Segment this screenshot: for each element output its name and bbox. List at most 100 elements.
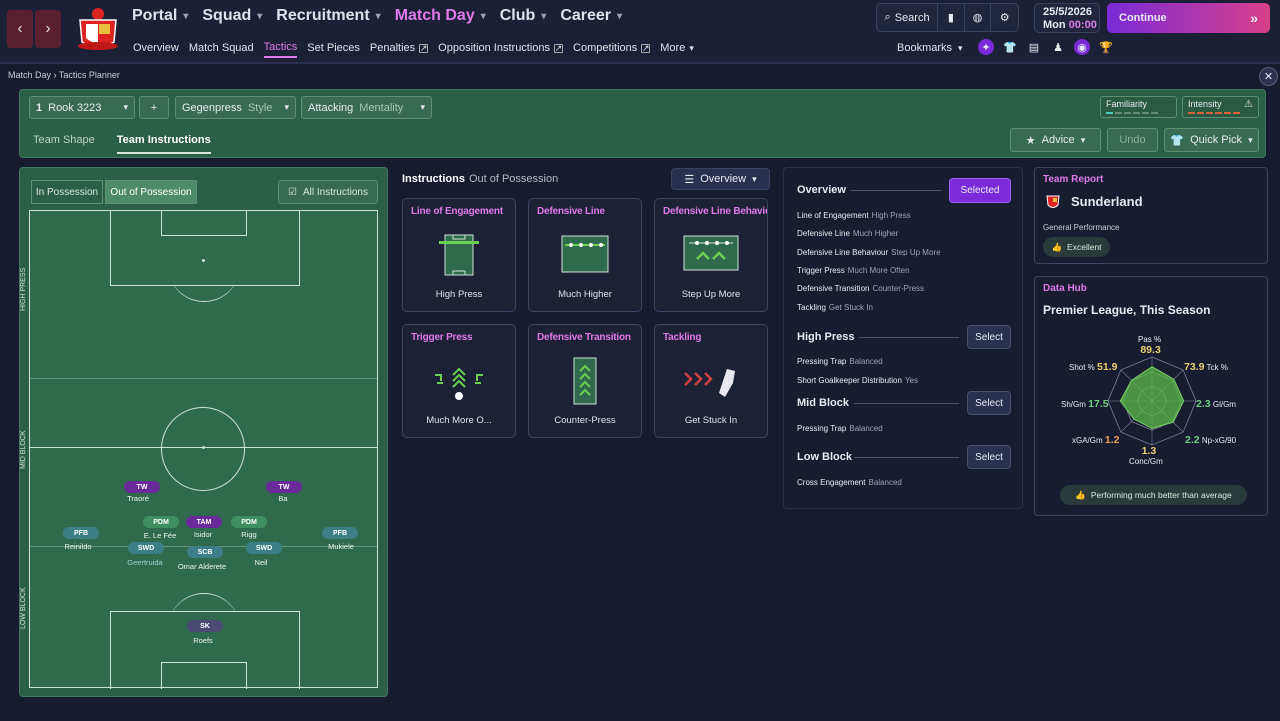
people-icon[interactable]: ♟ [1050,39,1066,55]
zone-label-low-block: LOW BLOCK [20,587,27,629]
general-performance-label: General Performance [1043,223,1120,232]
player-name[interactable]: Geertruida [127,558,162,567]
low-block-select-button[interactable]: Select [967,445,1011,469]
bookmarks-dropdown[interactable]: Bookmarks ▾ [897,42,963,54]
style-dropdown[interactable]: Gegenpress Style ▾ [175,96,296,119]
player-name[interactable]: E. Le Fée [144,531,177,540]
familiarity-meter[interactable]: Familiarity [1100,96,1177,118]
player-role-chip[interactable]: SK [187,620,223,632]
close-button[interactable]: ✕ [1259,67,1278,86]
player-name[interactable]: Omar Alderete [178,562,226,571]
back-button[interactable]: ‹ [7,10,33,48]
team-report-title: Team Report [1043,174,1104,185]
world-button[interactable]: ◍ [965,4,992,31]
add-tactic-button[interactable]: + [139,96,169,119]
divider [854,403,959,404]
submenu-overview[interactable]: Overview [133,41,179,58]
menu-recruitment[interactable]: Recruitment ▾ [276,7,380,25]
bookmark-icon: ▮ [947,12,954,24]
card-line-of-engagement[interactable]: Line of Engagement High Press [402,198,516,312]
card-tackling[interactable]: Tackling Get Stuck In [654,324,768,438]
search-button[interactable]: ⌕ Search [877,4,939,31]
club-crest[interactable] [72,6,124,52]
bookmark-button[interactable]: ▮ [938,4,965,31]
card-defensive-line[interactable]: Defensive Line Much Higher [528,198,642,312]
player-name[interactable]: Reinildo [64,542,91,551]
player-name[interactable]: Isidor [194,530,212,539]
chevron-down-icon: ▾ [752,173,757,184]
submenu-competitions[interactable]: Competitions ↗ [573,41,651,58]
low-block-title: Low Block [797,451,853,463]
trophy-icon[interactable]: 🏆 [1098,39,1114,55]
menu-squad[interactable]: Squad ▾ [202,7,262,25]
card-defensive-transition[interactable]: Defensive Transition Counter-Press [528,324,642,438]
chevron-down-icon: ▾ [1080,134,1086,145]
chat-icon[interactable]: ✦ [978,39,994,55]
tactic-selector[interactable]: 1 Rook 3223 ▾ [29,96,135,119]
player-role-chip[interactable]: SWD [128,542,164,554]
team-crest-icon [1046,195,1060,208]
top-penalty-spot [202,259,205,262]
tab-team-instructions[interactable]: Team Instructions [116,134,211,154]
player-role-chip[interactable]: SCB [187,546,223,558]
player-role-chip[interactable]: PDM [143,516,179,528]
player-role-chip[interactable]: TW [266,481,302,493]
tab-team-shape[interactable]: Team Shape [33,134,95,154]
player-name[interactable]: Traoré [127,494,149,503]
player-name[interactable]: Mukiele [328,542,354,551]
clipboard-icon[interactable]: ▤ [1026,39,1042,55]
continue-button[interactable]: Continue» [1107,3,1270,33]
scout-icon[interactable]: ◉ [1074,39,1090,55]
card-trigger-press[interactable]: Trigger Press Much More O... [402,324,516,438]
app-window: ‹ › Portal ▾ Squad ▾ Recruitment ▾ Match Da… [0,0,1280,721]
submenu-penalties[interactable]: Penalties ↗ [370,41,429,58]
out-of-possession-toggle[interactable]: Out of Possession [105,180,197,204]
submenu-more[interactable]: More ▾ [660,41,694,58]
player-role-chip[interactable]: PFB [63,527,99,539]
chevron-down-icon: ▾ [1248,134,1253,145]
menu-portal[interactable]: Portal ▾ [132,7,188,25]
player-role-chip[interactable]: SWD [246,542,282,554]
overview-row: Line of Engagement High Press [797,211,911,220]
menu-career[interactable]: Career ▾ [560,7,622,25]
gear-icon: ⚙ [999,12,1010,24]
player-name[interactable]: Neil [255,558,268,567]
card-defensive-line-behaviour[interactable]: Defensive Line Behavic Step Up More [654,198,768,312]
player-role-chip[interactable]: PFB [322,527,358,539]
mid-block-select-button[interactable]: Select [967,391,1011,415]
player-name[interactable]: Ba [278,494,287,503]
date-text: 25/5/2026 [1043,6,1092,18]
shirt-icon[interactable]: 👕 [1002,39,1018,55]
in-possession-toggle[interactable]: In Possession [31,180,103,204]
forward-button[interactable]: › [35,10,61,48]
submenu-match-squad[interactable]: Match Squad [189,41,254,58]
submenu-set-pieces[interactable]: Set Pieces [307,41,360,58]
player-name[interactable]: Roefs [193,636,213,645]
submenu-tactics[interactable]: Tactics [263,41,298,58]
external-link-icon: ↗ [554,42,564,53]
mentality-dropdown[interactable]: Attacking Mentality ▾ [301,96,432,119]
instructions-view-dropdown[interactable]: ☰ Overview ▾ [671,168,770,190]
menu-match-day[interactable]: Match Day ▾ [395,7,486,25]
player-role-chip[interactable]: PDM [231,516,267,528]
breadcrumb-match-day[interactable]: Match Day [8,70,51,80]
submenu-opposition-instructions[interactable]: Opposition Instructions ↗ [438,41,564,58]
data-hub-panel[interactable]: Data Hub Premier League, This Season Pas… [1034,276,1268,516]
all-instructions-button[interactable]: ☑ All Instructions [278,180,378,204]
chevron-down-icon: ▾ [689,42,694,53]
quick-pick-button[interactable]: 👕 Quick Pick ▾ [1164,128,1259,152]
settings-button[interactable]: ⚙ [991,4,1018,31]
player-name[interactable]: Rigg [241,530,256,539]
advice-button[interactable]: ★ Advice ▾ [1010,128,1101,152]
divider [859,337,959,338]
intensity-meter[interactable]: Intensity ⚠ [1182,96,1259,118]
overview-selected-button[interactable]: Selected [949,178,1011,203]
undo-button[interactable]: Undo [1107,128,1158,152]
menu-club[interactable]: Club ▾ [500,7,547,25]
high-press-select-button[interactable]: Select [967,325,1011,349]
player-role-chip[interactable]: TAM [186,516,222,528]
team-report-panel[interactable]: Team Report Sunderland General Performan… [1034,167,1268,264]
game-date[interactable]: 25/5/2026 Mon 00:00 [1034,3,1100,33]
player-role-chip[interactable]: TW [124,481,160,493]
breadcrumb-tactics-planner: Tactics Planner [58,70,120,80]
